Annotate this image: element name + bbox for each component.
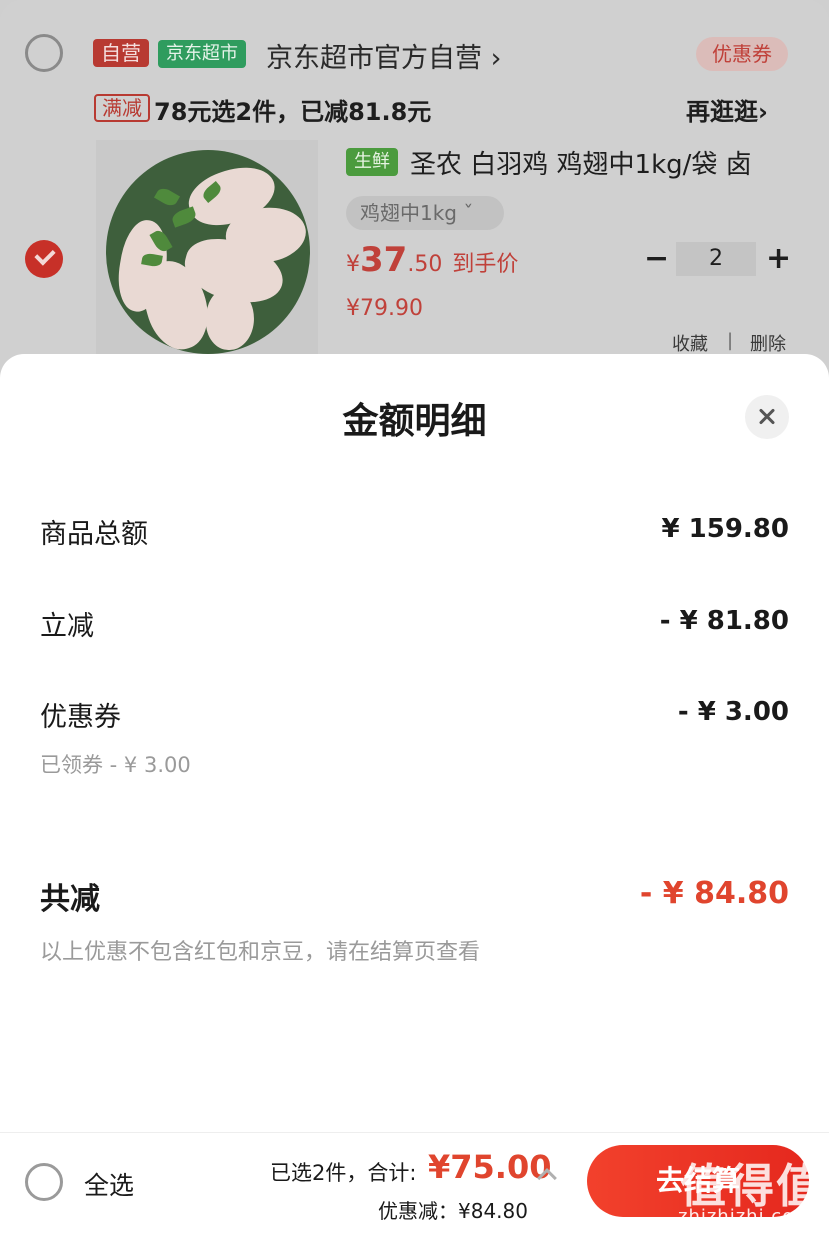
product-title[interactable]: 圣农 白羽鸡 鸡翅中1kg/袋 卤 [410, 144, 752, 181]
delete-button[interactable]: 删除 [750, 330, 786, 356]
promo-text: 78元选2件，已减81.8元 [154, 98, 432, 126]
cart-store-card: 自营 京东超市 京东超市官方自营 › 优惠券 满减 78元选2件，已减81.8元… [0, 0, 829, 400]
select-all-radio[interactable] [25, 1163, 63, 1201]
spec-selector[interactable]: 鸡翅中1kg ˇ [346, 196, 504, 230]
promo-tag: 满减 [94, 94, 150, 122]
coupon-value: - ¥ 3.00 [677, 697, 789, 727]
total-discount-label: 共减 [40, 882, 100, 917]
total-discount-value: - ¥ 84.80 [639, 876, 789, 911]
store-name-link[interactable]: 京东超市官方自营 › [266, 36, 501, 75]
shop-more-link[interactable]: 再逛逛› [686, 92, 768, 127]
product-image[interactable] [96, 140, 318, 362]
coupon-label: 优惠券 [40, 702, 121, 733]
subtotal-value: ¥ 159.80 [661, 514, 789, 544]
close-icon[interactable] [745, 395, 789, 439]
parsley-leaf [153, 185, 181, 209]
price-suffix: 到手价 [452, 252, 519, 277]
coupon-detail: 已领券 - ¥ 3.00 [40, 753, 191, 777]
selection-summary: 已选2件，合计: [270, 1161, 417, 1185]
final-price: ¥37.50 到手价 [346, 240, 518, 280]
amount-detail-sheet: 金额明细 商品总额 ¥ 159.80 立减 - ¥ 81.80 优惠券 - ¥ … [0, 354, 829, 1154]
price-currency: ¥ [346, 252, 360, 277]
qty-plus-button[interactable]: + [766, 242, 791, 276]
store-coupon-button[interactable]: 优惠券 [696, 37, 788, 71]
discount-summary[interactable]: 优惠减：¥84.80 [378, 1195, 528, 1224]
sheet-title: 金额明细 [342, 401, 487, 442]
self-operated-tag: 自营 [93, 39, 149, 67]
parsley-leaf [170, 206, 198, 228]
instant-discount-label: 立减 [40, 611, 94, 642]
action-separator: | [727, 330, 734, 351]
brand-tag: 京东超市 [158, 40, 246, 68]
plate-graphic [106, 150, 311, 357]
qty-minus-button[interactable]: − [644, 242, 669, 276]
store-select-radio[interactable] [25, 34, 63, 72]
qty-input[interactable]: 2 [676, 242, 756, 276]
discount-note: 以上优惠不包含红包和京豆，请在结算页查看 [40, 940, 481, 965]
price-integer: 37 [360, 240, 408, 280]
product-select-radio[interactable] [25, 240, 63, 278]
fresh-tag: 生鲜 [346, 148, 398, 176]
instant-discount-value: - ¥ 81.80 [659, 606, 789, 636]
total-price: ¥75.00 [428, 1148, 552, 1186]
original-price: ¥79.90 [346, 296, 423, 321]
price-decimal: .50 [407, 252, 443, 277]
favorite-button[interactable]: 收藏 [672, 330, 708, 356]
watermark-url: zhizhizhi.com [678, 1206, 813, 1227]
select-all-label[interactable]: 全选 [84, 1166, 134, 1202]
subtotal-label: 商品总额 [40, 519, 148, 550]
